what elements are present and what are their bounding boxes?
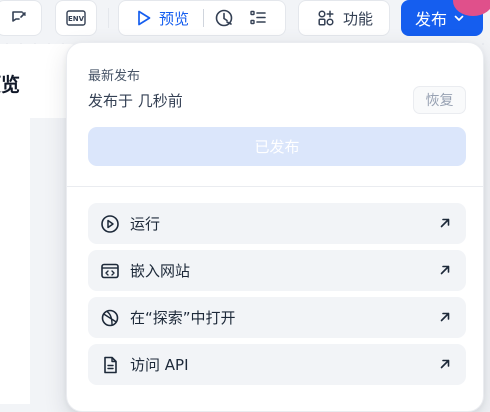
access-api-item[interactable]: 访问 API — [88, 344, 466, 385]
publish-dropdown: 最新发布 发布于 几秒前 恢复 已发布 运行 嵌入网站 在“探索”中打开 访问 … — [66, 42, 484, 412]
features-label: 功能 — [343, 9, 374, 28]
run-history-icon[interactable] — [214, 8, 234, 28]
arrow-up-right-icon — [440, 312, 450, 322]
open-in-explore-item[interactable]: 在“探索”中打开 — [88, 297, 466, 338]
arrow-up-right-icon — [440, 359, 450, 369]
group-divider — [203, 9, 205, 27]
explore-label: 在“探索”中打开 — [130, 309, 236, 327]
toolbar-divider — [108, 8, 109, 28]
embed-site-item[interactable]: 嵌入网站 — [88, 250, 466, 291]
api-label: 访问 API — [130, 356, 189, 374]
embed-label: 嵌入网站 — [130, 262, 191, 280]
env-icon-text: ENV — [68, 15, 85, 23]
preview-group: 预览 — [118, 0, 286, 36]
run-label: 运行 — [130, 215, 161, 233]
embed-code-icon — [100, 261, 120, 281]
webapp-config-button[interactable] — [0, 0, 42, 36]
run-app-item[interactable]: 运行 — [88, 203, 466, 244]
toolbar: ENV 预览 功能 发布 — [0, 0, 490, 42]
publish-label: 发布 — [415, 10, 448, 29]
checklist-icon[interactable] — [248, 8, 268, 28]
preview-button[interactable]: 预览 — [159, 8, 189, 29]
latest-publish-label: 最新发布 — [88, 69, 141, 84]
play-circle-icon — [100, 214, 120, 234]
page-title: 预览 — [0, 74, 21, 96]
published-button[interactable]: 已发布 — [88, 127, 466, 166]
chat-edit-icon — [12, 11, 26, 22]
file-text-icon — [100, 355, 120, 375]
features-button[interactable]: 功能 — [298, 0, 390, 36]
restore-button[interactable]: 恢复 — [413, 86, 466, 114]
env-icon: ENV — [66, 10, 86, 26]
env-variables-button[interactable]: ENV — [55, 0, 97, 36]
panel-divider — [67, 186, 483, 187]
publish-time: 发布于 几秒前 — [88, 92, 183, 110]
arrow-up-right-icon — [440, 265, 450, 275]
explore-compass-icon — [100, 308, 120, 328]
arrow-up-right-icon — [440, 218, 450, 228]
features-grid-icon — [318, 10, 334, 26]
play-icon — [138, 10, 151, 26]
